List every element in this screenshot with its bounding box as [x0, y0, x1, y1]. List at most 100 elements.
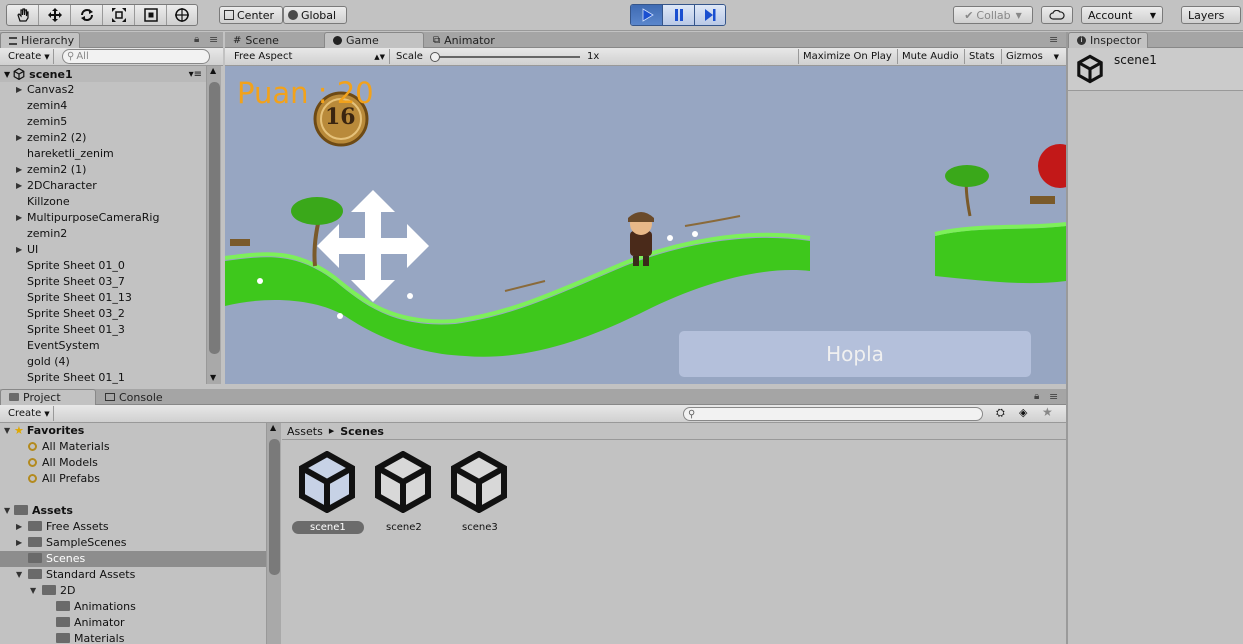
hierarchy-item[interactable]: Sprite Sheet 01_0 [0, 258, 206, 274]
scene-file-item[interactable]: scene2 [368, 451, 438, 534]
game-viewport[interactable]: 16 Puan : 20 Hopla [225, 66, 1066, 384]
favorite-star-icon[interactable]: ★ [1042, 405, 1053, 419]
collapsed-arrow-icon[interactable]: ▶ [16, 162, 22, 178]
asset-folder[interactable]: Animations [0, 599, 266, 615]
collapsed-arrow-icon[interactable]: ▶ [16, 242, 22, 258]
expanded-arrow-icon[interactable]: ▼ [30, 583, 36, 599]
mute-audio-toggle[interactable]: Mute Audio [897, 49, 963, 64]
asset-folder[interactable]: Scenes [0, 551, 266, 567]
hierarchy-scrollbar[interactable]: ▲ ▼ [206, 66, 221, 384]
scene-file-item[interactable]: scene1 [292, 451, 364, 534]
project-tree-scrollbar[interactable]: ▲ [266, 423, 281, 644]
expanded-arrow-icon[interactable]: ▼ [16, 567, 22, 583]
project-create-button[interactable]: Create ▼ [4, 406, 54, 421]
asset-folder[interactable]: ▶ Free Assets [0, 519, 266, 535]
lock-icon[interactable]: 🔒︎ [1034, 391, 1039, 402]
expanded-arrow-icon[interactable]: ▼ [4, 423, 10, 439]
collapsed-arrow-icon[interactable]: ▶ [16, 535, 22, 551]
hierarchy-item[interactable]: Sprite Sheet 03_2 [0, 306, 206, 322]
hierarchy-item[interactable]: Sprite Sheet 01_3 [0, 322, 206, 338]
hierarchy-item[interactable]: ▶ MultipurposeCameraRig [0, 210, 206, 226]
gizmos-dropdown[interactable]: Gizmos ▼ [1001, 49, 1063, 64]
hierarchy-item[interactable]: ▶ UI [0, 242, 206, 258]
scene-menu-icon[interactable]: ▾≡ [189, 69, 202, 80]
collab-dropdown[interactable]: ✔ Collab ▼ [953, 6, 1033, 24]
project-search-input[interactable]: ⚲ [683, 407, 983, 421]
hand-tool-icon[interactable] [7, 5, 39, 25]
pivot-toggle-button[interactable]: Center [219, 6, 283, 24]
tab-scene[interactable]: # Scene [225, 32, 323, 48]
transform-tool-icon[interactable] [167, 5, 197, 25]
account-dropdown[interactable]: Account ▼ [1081, 6, 1163, 24]
layers-dropdown[interactable]: Layers [1181, 6, 1241, 24]
move-tool-icon[interactable] [39, 5, 71, 25]
asset-folder[interactable]: ▶ SampleScenes [0, 535, 266, 551]
aspect-dropdown[interactable]: Free Aspect ▲▼ [230, 49, 390, 64]
scale-slider[interactable] [430, 52, 580, 62]
hierarchy-item[interactable]: zemin4 [0, 98, 206, 114]
hierarchy-item[interactable]: ▶ zemin2 (2) [0, 130, 206, 146]
cloud-button[interactable] [1041, 6, 1073, 24]
stats-toggle[interactable]: Stats [964, 49, 1000, 64]
tab-inspector[interactable]: i Inspector [1068, 32, 1148, 48]
hierarchy-item[interactable]: Sprite Sheet 01_1 [0, 370, 206, 384]
favorite-item[interactable]: All Models [0, 455, 266, 471]
collapsed-arrow-icon[interactable]: ▶ [16, 82, 22, 98]
jump-button[interactable]: Hopla [679, 331, 1031, 377]
scroll-up-icon[interactable]: ▲ [210, 66, 216, 75]
scene-file-item[interactable]: scene3 [444, 451, 514, 534]
hierarchy-item[interactable]: ▶ 2DCharacter [0, 178, 206, 194]
scrollbar-thumb[interactable] [209, 82, 220, 354]
breadcrumb-scenes[interactable]: Scenes [340, 425, 384, 438]
asset-folder[interactable]: Animator [0, 615, 266, 631]
rect-tool-icon[interactable] [135, 5, 167, 25]
step-button[interactable] [695, 5, 725, 25]
expanded-arrow-icon[interactable]: ▼ [4, 503, 10, 519]
collapsed-arrow-icon[interactable]: ▶ [16, 130, 22, 146]
maximize-on-play-toggle[interactable]: Maximize On Play [798, 49, 896, 64]
favorite-item[interactable]: All Materials [0, 439, 266, 455]
scroll-up-icon[interactable]: ▲ [270, 423, 276, 432]
hierarchy-scene-row[interactable]: ▼ scene1 ▾≡ [0, 66, 206, 82]
pause-button[interactable] [663, 5, 695, 25]
hierarchy-item[interactable]: zemin5 [0, 114, 206, 130]
panel-menu-icon[interactable]: ≡ [209, 33, 218, 46]
collapsed-arrow-icon[interactable]: ▶ [16, 178, 22, 194]
hierarchy-item[interactable]: gold (4) [0, 354, 206, 370]
play-button[interactable] [631, 5, 663, 25]
collapsed-arrow-icon[interactable]: ▶ [16, 519, 22, 535]
hierarchy-item[interactable]: Sprite Sheet 01_13 [0, 290, 206, 306]
tab-console[interactable]: Console [97, 389, 187, 405]
asset-folder[interactable]: Materials [0, 631, 266, 644]
hierarchy-item[interactable]: EventSystem [0, 338, 206, 354]
filter-type-icon[interactable]: ⛭ [996, 406, 1005, 420]
filter-label-icon[interactable]: ◈ [1019, 406, 1027, 419]
tab-animator[interactable]: ⧉ Animator [425, 32, 535, 48]
hierarchy-item[interactable]: Sprite Sheet 03_7 [0, 274, 206, 290]
hierarchy-item[interactable]: zemin2 [0, 226, 206, 242]
tab-project[interactable]: Project [0, 389, 96, 405]
hierarchy-item[interactable]: ▶ zemin2 (1) [0, 162, 206, 178]
scrollbar-thumb[interactable] [269, 439, 280, 575]
hierarchy-item[interactable]: ▶ Canvas2 [0, 82, 206, 98]
hierarchy-item[interactable]: hareketli_zenim [0, 146, 206, 162]
slider-knob[interactable] [430, 52, 440, 62]
panel-menu-icon[interactable]: ≡ [1049, 33, 1058, 46]
panel-menu-icon[interactable]: ≡ [1049, 390, 1058, 403]
favorites-header[interactable]: ▼ ★ Favorites [0, 423, 266, 439]
breadcrumb-assets[interactable]: Assets [287, 425, 323, 438]
lock-icon[interactable]: 🔒︎ [194, 34, 199, 45]
hierarchy-item[interactable]: Killzone [0, 194, 206, 210]
favorite-item[interactable]: All Prefabs [0, 471, 266, 487]
collapsed-arrow-icon[interactable]: ▶ [16, 210, 22, 226]
scroll-down-icon[interactable]: ▼ [210, 373, 216, 382]
space-toggle-button[interactable]: Global [283, 6, 347, 24]
hierarchy-search-input[interactable]: ⚲ All [62, 49, 210, 64]
asset-folder[interactable]: ▼ Standard Assets [0, 567, 266, 583]
tab-hierarchy[interactable]: Hierarchy [0, 32, 80, 48]
hierarchy-create-button[interactable]: Create ▼ [4, 49, 54, 64]
asset-folder[interactable]: ▼ 2D [0, 583, 266, 599]
assets-header[interactable]: ▼ Assets [0, 503, 266, 519]
scale-tool-icon[interactable] [103, 5, 135, 25]
tab-game[interactable]: Game [324, 32, 424, 48]
